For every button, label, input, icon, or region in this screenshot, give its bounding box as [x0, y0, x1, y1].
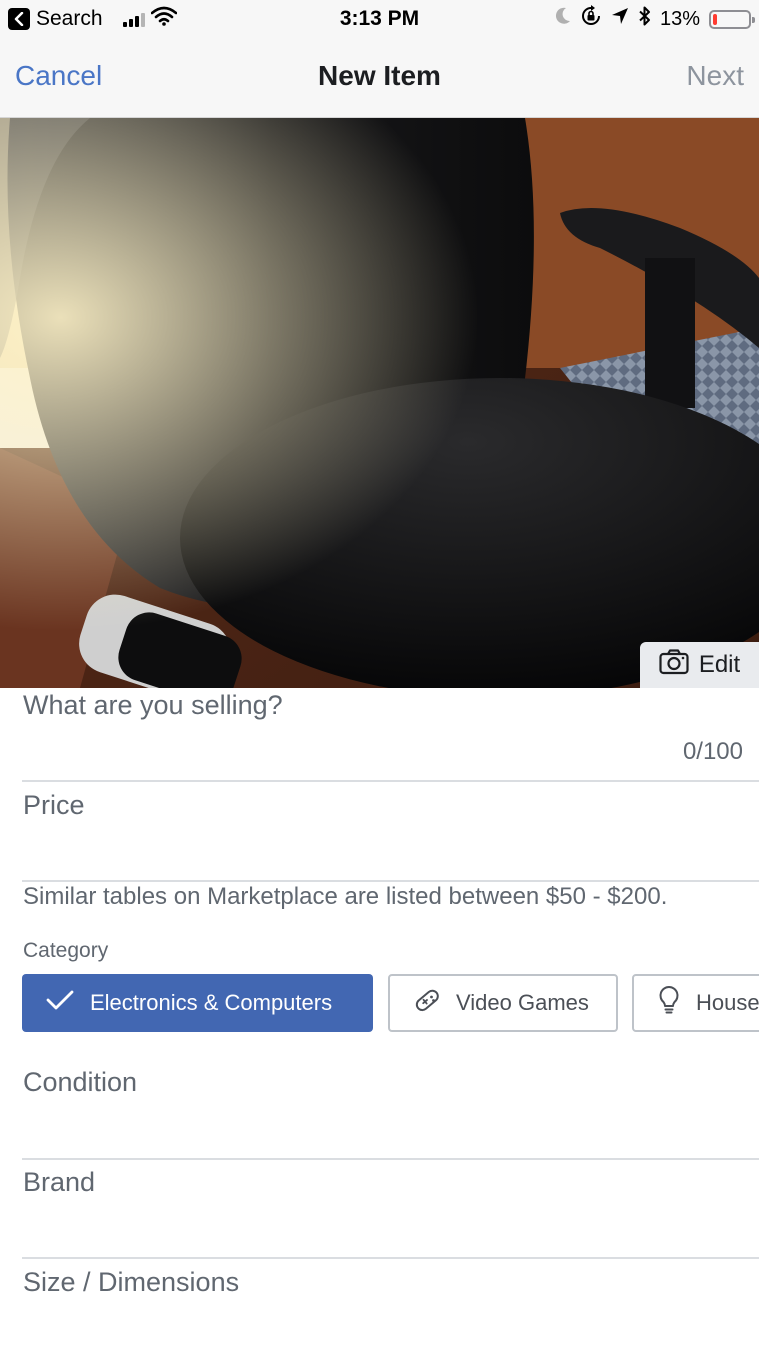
- battery-icon: [709, 9, 755, 29]
- edit-photo-button[interactable]: Edit: [640, 642, 759, 688]
- condition-field[interactable]: Condition: [23, 1067, 137, 1098]
- page-title: New Item: [318, 60, 441, 91]
- moon-icon: [555, 7, 571, 31]
- game-controller-icon: [412, 985, 442, 1021]
- status-bar: Search 3:13 PM 13%: [0, 0, 759, 40]
- category-chip-label: Electronics & Computers: [90, 990, 333, 1015]
- location-arrow-icon: [611, 7, 629, 31]
- item-photo[interactable]: Edit: [0, 118, 759, 688]
- title-char-count: 0/100: [682, 738, 743, 765]
- status-right: 13%: [555, 5, 755, 33]
- next-button[interactable]: Next: [686, 60, 744, 92]
- rotation-lock-icon: [580, 5, 602, 33]
- price-divider: [22, 880, 759, 882]
- category-label: Category: [23, 939, 109, 962]
- brand-divider: [22, 1257, 759, 1259]
- chair-photo-image: [0, 118, 759, 688]
- battery-percent: 13%: [659, 7, 700, 30]
- category-chip-label: Household: [696, 990, 759, 1015]
- edit-photo-label: Edit: [698, 651, 741, 678]
- lightbulb-icon: [658, 985, 680, 1021]
- brand-input[interactable]: Brand: [23, 1167, 95, 1198]
- checkmark-icon: [46, 989, 74, 1017]
- category-chip-video-games[interactable]: Video Games: [388, 974, 618, 1032]
- price-input[interactable]: Price: [23, 790, 85, 821]
- category-chip-label: Video Games: [456, 990, 589, 1015]
- navigation-bar: Cancel New Item Next: [0, 40, 759, 118]
- category-chip-electronics[interactable]: Electronics & Computers: [22, 974, 373, 1032]
- bluetooth-icon: [638, 6, 651, 32]
- condition-divider: [22, 1158, 759, 1160]
- camera-icon: [659, 648, 689, 682]
- category-chip-household[interactable]: Household: [632, 974, 759, 1032]
- size-dimensions-input[interactable]: Size / Dimensions: [23, 1267, 239, 1298]
- battery-level: [713, 13, 718, 25]
- title-input[interactable]: What are you selling?: [23, 690, 283, 721]
- price-hint: Similar tables on Marketplace are listed…: [23, 883, 668, 910]
- title-divider: [22, 780, 759, 782]
